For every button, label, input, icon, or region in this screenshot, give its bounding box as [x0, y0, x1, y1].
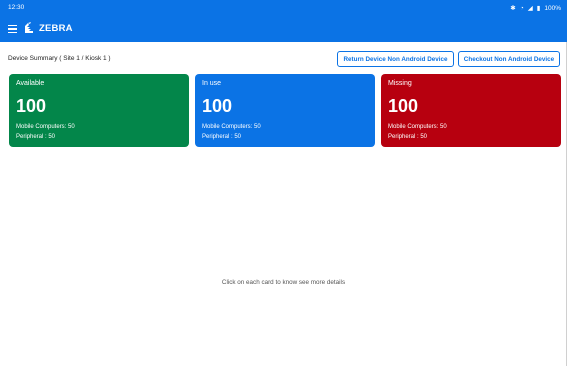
bluetooth-icon: ✱	[510, 5, 516, 12]
card-peripheral: Peripheral : 50	[202, 134, 242, 140]
card-title: Missing	[388, 80, 412, 87]
card-mobile-computers: Mobile Computers: 50	[388, 124, 447, 130]
signal-icon: ◢	[527, 5, 533, 12]
in-use-card[interactable]: In use 100 Mobile Computers: 50 Peripher…	[195, 74, 375, 147]
card-title: In use	[202, 80, 222, 87]
card-mobile-computers: Mobile Computers: 50	[16, 124, 75, 130]
app-bar: ZEBRA	[0, 16, 567, 42]
available-card[interactable]: Available 100 Mobile Computers: 50 Perip…	[9, 74, 189, 147]
card-mobile-computers: Mobile Computers: 50	[202, 124, 261, 130]
card-count: 100	[202, 96, 233, 116]
menu-icon[interactable]	[8, 25, 17, 34]
status-bar: 12:30 ✱ ◔ ◢ ▮ 100%	[0, 0, 567, 16]
card-count: 100	[16, 96, 47, 116]
status-time: 12:30	[8, 4, 25, 11]
wifi-icon: ◔	[519, 4, 524, 12]
brand-name: ZEBRA	[39, 22, 73, 34]
card-peripheral: Peripheral : 50	[388, 134, 428, 140]
return-device-button[interactable]: Return Device Non Android Device	[337, 51, 454, 67]
card-count: 100	[388, 96, 419, 116]
status-icons: ✱ ◔ ◢ ▮ 100%	[510, 4, 561, 13]
hint-text: Click on each card to know see more deta…	[221, 279, 346, 286]
battery-icon: ▮	[536, 5, 541, 12]
checkout-device-button[interactable]: Checkout Non Android Device	[458, 51, 560, 67]
card-peripheral: Peripheral : 50	[16, 134, 56, 140]
page-title: Device Summary ( Site 1 / Kiosk 1 )	[8, 55, 111, 62]
zebra-head-icon	[25, 22, 33, 33]
zebra-logo: ZEBRA	[22, 21, 73, 35]
missing-card[interactable]: Missing 100 Mobile Computers: 50 Periphe…	[381, 74, 561, 147]
card-title: Available	[16, 80, 45, 87]
battery-percent: 100%	[544, 4, 561, 12]
